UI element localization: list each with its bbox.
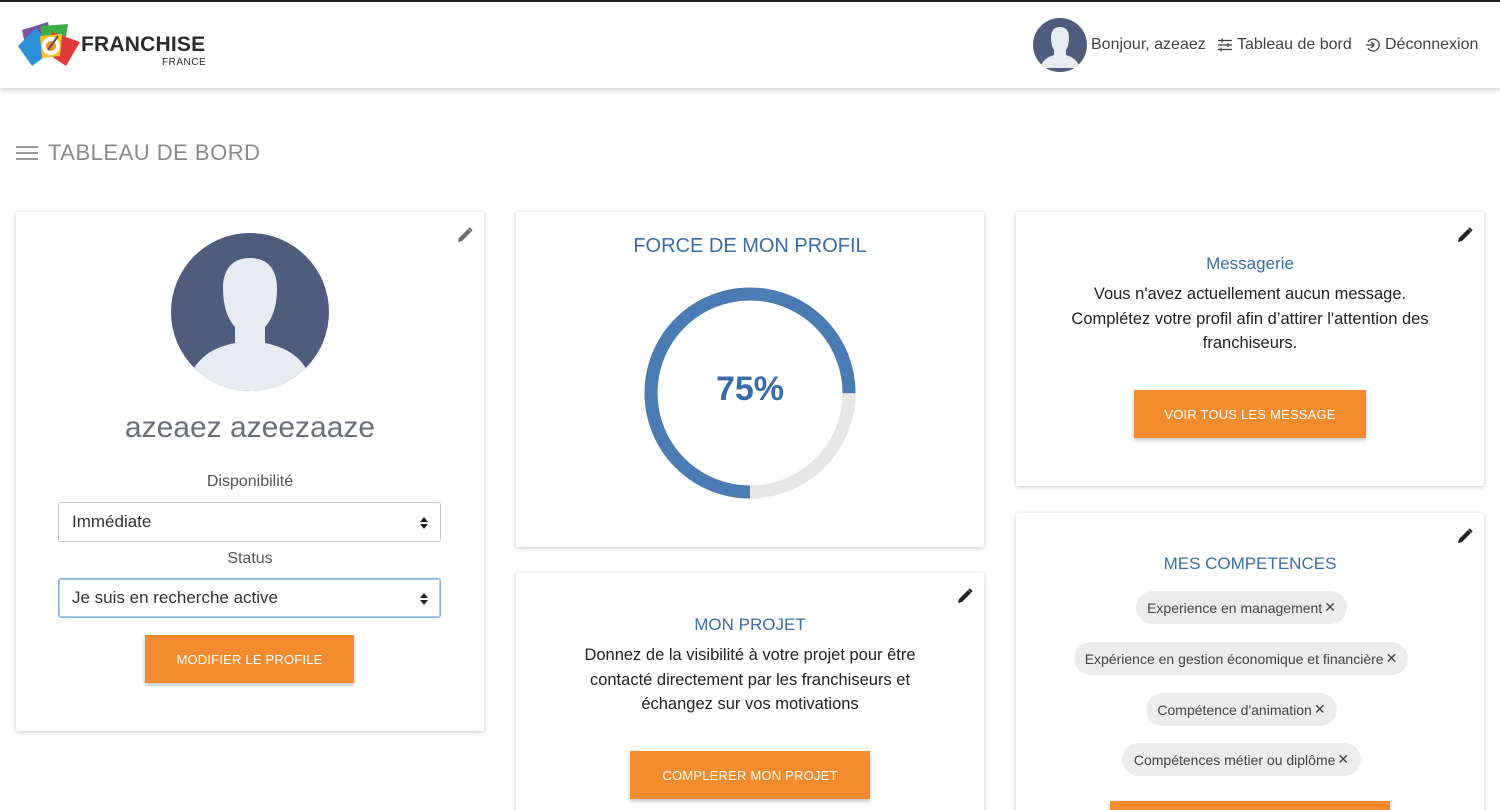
logout-icon [1366,38,1380,52]
logout-link[interactable]: Déconnexion [1365,36,1478,54]
messages-description: Vous n'avez actuellement aucun message. … [1071,285,1429,352]
messages-title: Messagerie [1206,254,1294,273]
logo-mark-icon [18,22,80,66]
profile-strength-percent: 75% [715,370,785,408]
remove-icon[interactable]: ✕ [1314,701,1326,718]
skills-title: MES COMPETENCES [1163,554,1337,573]
project-description: Donnez de la visibilité à votre projet p… [584,646,916,713]
select-arrows-icon [420,517,428,529]
logo-subtitle: FRANCE [162,57,207,68]
skill-chip: Compétence d'animation ✕ [1146,693,1337,726]
pencil-icon[interactable] [956,587,974,605]
top-navbar: FRANCHISE FRANCE Bonjour, azeaez Tableau… [0,2,1500,88]
user-avatar-icon [191,258,309,391]
modify-profile-button[interactable]: MODIFIER LE PROFILE [145,635,354,683]
availability-select[interactable]: Immédiate [58,502,441,542]
logout-link-label: Déconnexion [1385,36,1479,53]
user-avatar-icon[interactable] [1033,18,1087,72]
profile-card: azeaez azeezaaze Disponibilité Immédiate… [16,212,484,731]
profile-name: azeaez azeezaaze [124,411,376,444]
availability-label: Disponibilité [206,473,294,490]
pencil-icon[interactable] [1456,527,1474,545]
logo-title: FRANCHISE [81,33,206,56]
sliders-icon [1218,38,1232,52]
skill-chip: Compétences métier ou diplôme ✕ [1122,743,1361,776]
page-heading: TABLEAU DE BORD [16,140,260,166]
skill-chip-label: Compétence d'animation [1157,701,1312,718]
project-card: MON PROJET Donnez de la visibilité à vot… [516,573,984,810]
skill-chip: Expérience en gestion économique et fina… [1074,642,1408,675]
status-select[interactable]: Je suis en recherche active [58,578,441,618]
dashboard-link-label: Tableau de bord [1237,36,1352,53]
skills-card: MES COMPETENCES Experience en management… [1016,513,1484,810]
skills-action-button[interactable] [1110,801,1390,810]
profile-strength-card: FORCE DE MON PROFIL 75% [516,212,984,547]
remove-icon[interactable]: ✕ [1324,599,1336,616]
view-all-messages-button[interactable]: VOIR TOUS LES MESSAGE [1134,390,1366,438]
project-title: MON PROJET [694,615,806,634]
select-arrows-icon [420,593,428,605]
remove-icon[interactable]: ✕ [1337,751,1349,768]
skill-chip-label: Compétences métier ou diplôme [1133,751,1336,768]
franchise-france-logo[interactable]: FRANCHISE FRANCE [18,20,218,72]
messages-card: Messagerie Vous n'avez actuellement aucu… [1016,212,1484,486]
dashboard-link[interactable]: Tableau de bord [1217,36,1352,54]
skill-chip: Experience en management ✕ [1136,591,1347,624]
page-title: TABLEAU DE BORD [48,140,261,165]
pencil-icon[interactable] [1456,226,1474,244]
remove-icon[interactable]: ✕ [1386,650,1398,667]
profile-strength-title: FORCE DE MON PROFIL [633,235,867,257]
profile-avatar [171,233,329,391]
status-label: Status [227,550,273,567]
menu-icon[interactable] [16,146,38,160]
status-value: Je suis en recherche active [72,588,278,607]
skill-chip-label: Experience en management [1147,599,1323,616]
complete-project-button[interactable]: COMPLERER MON PROJET [630,751,870,799]
availability-value: Immédiate [72,512,152,531]
skill-chip-label: Expérience en gestion économique et fina… [1084,650,1384,667]
pencil-icon[interactable] [456,226,474,244]
greeting-text: Bonjour, azeaez [1091,36,1206,53]
